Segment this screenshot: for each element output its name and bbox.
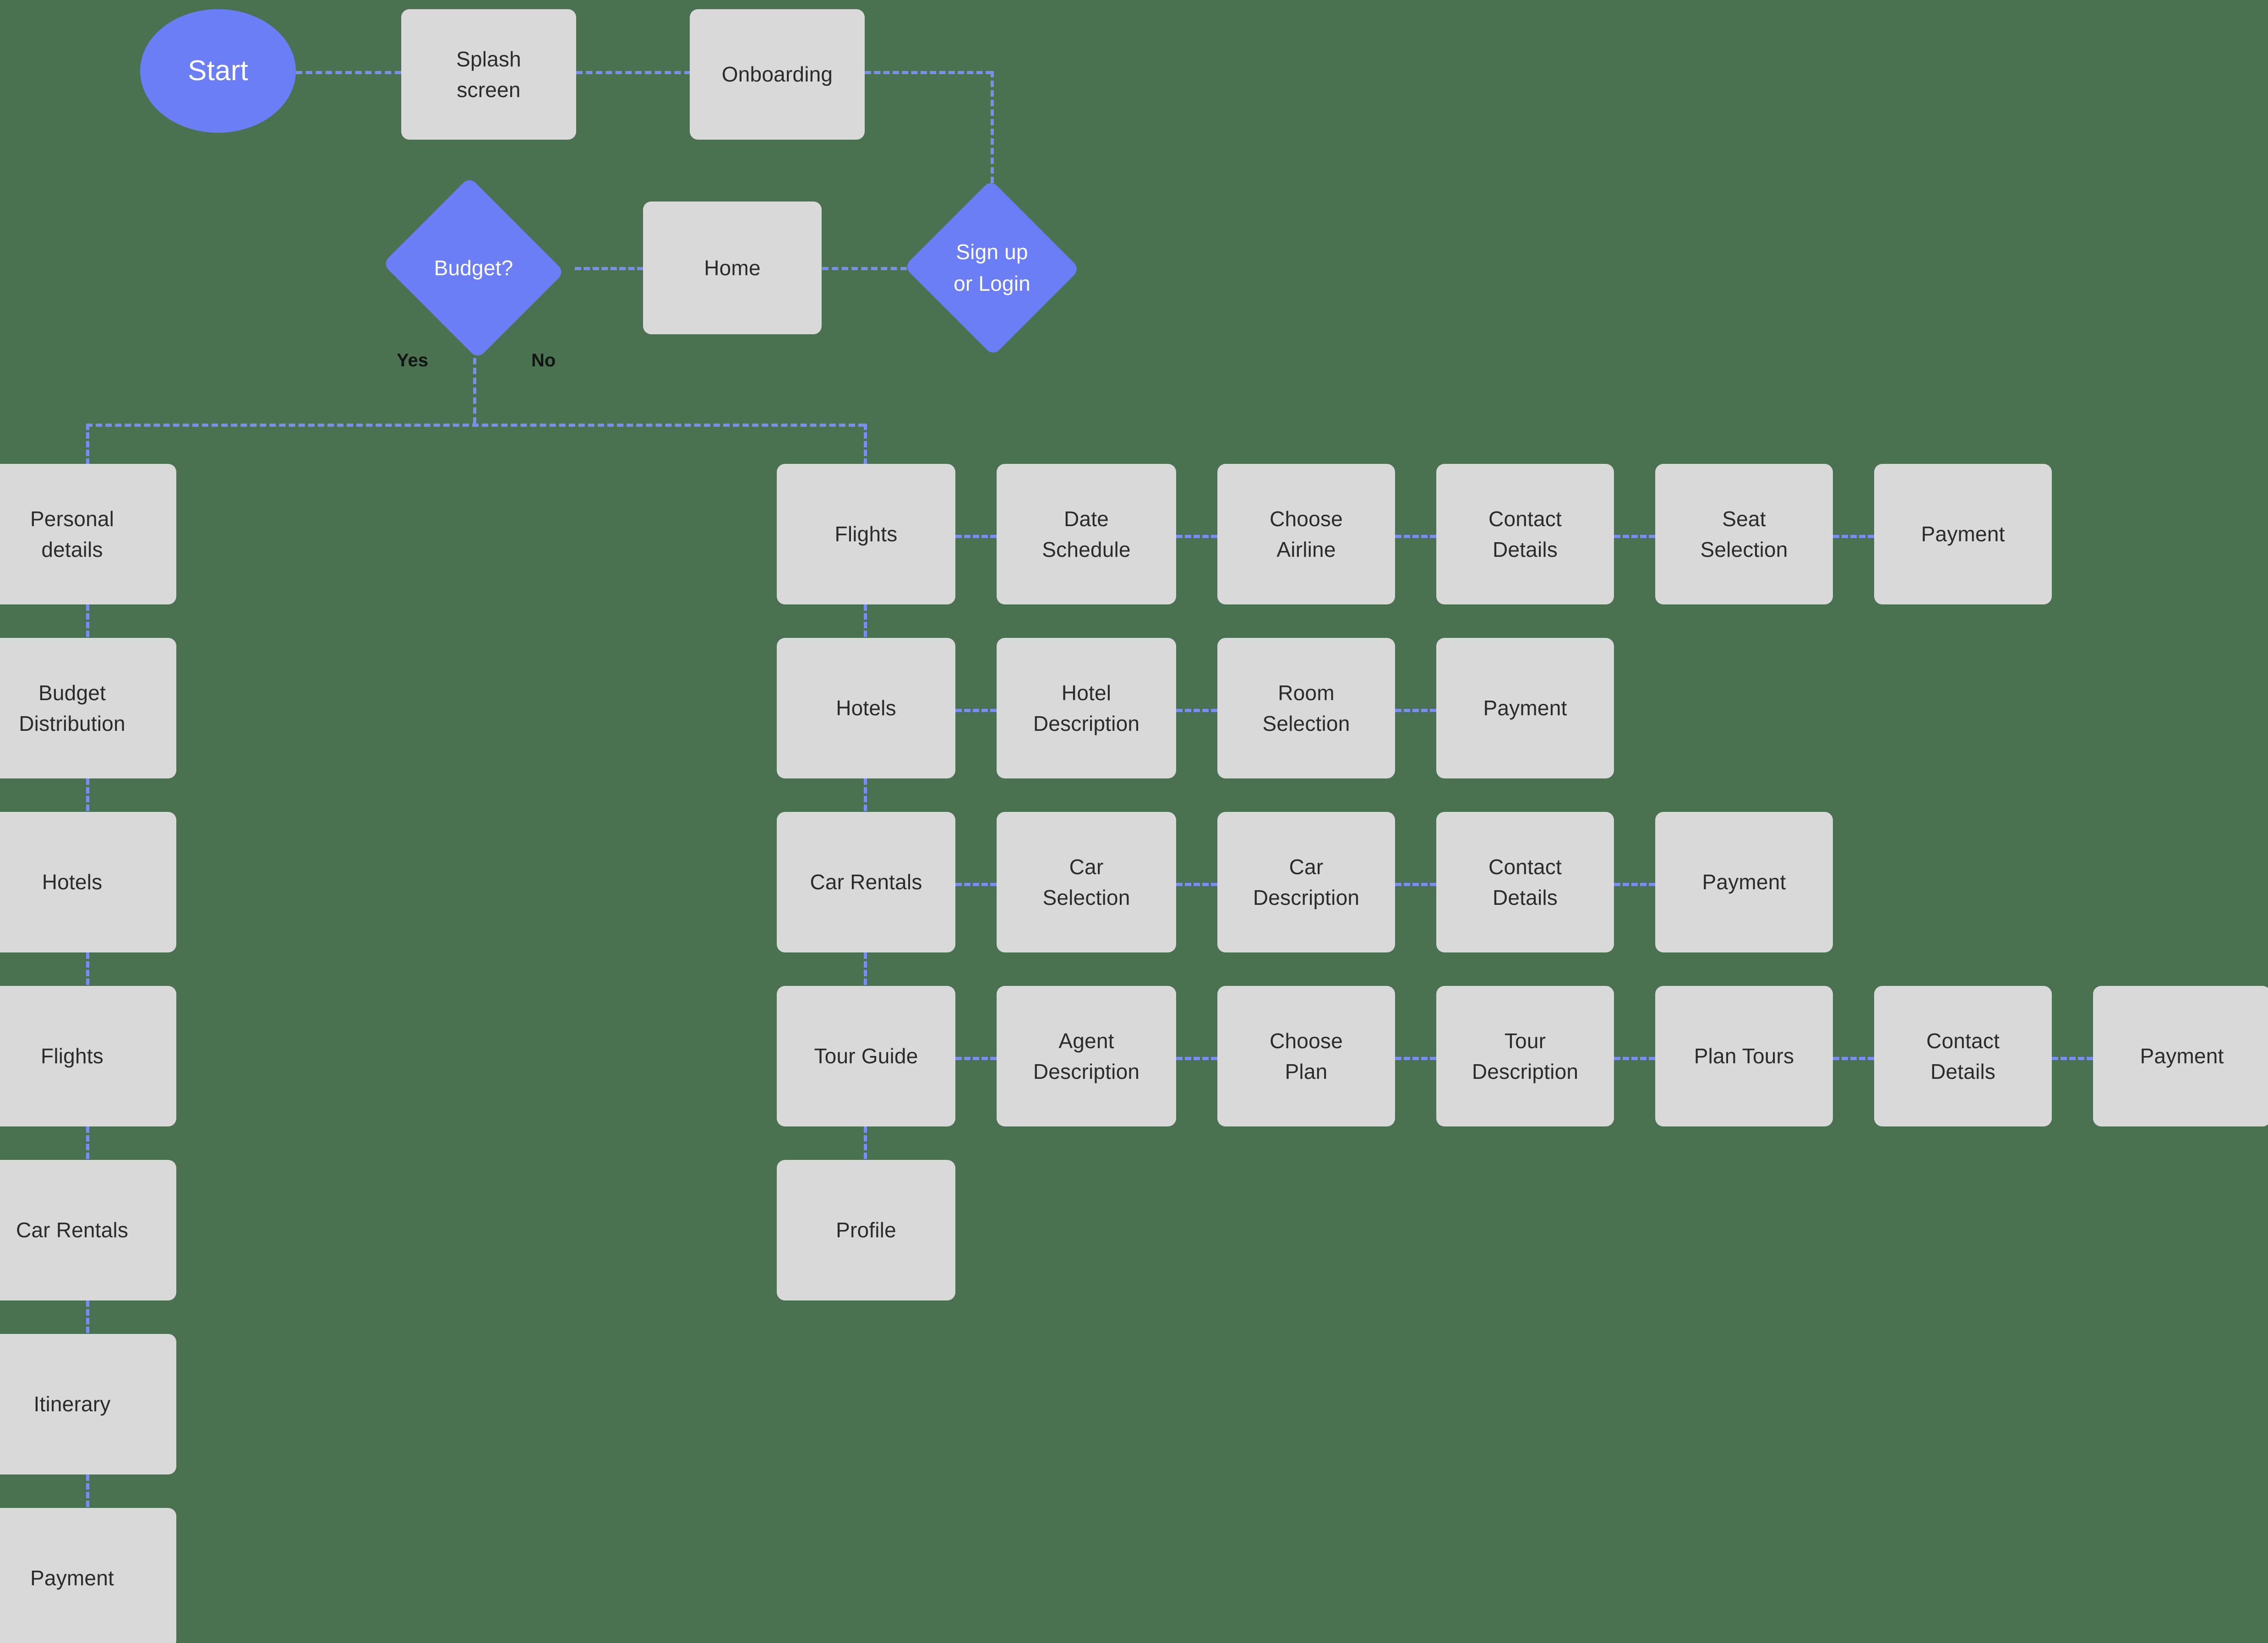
edge-bus-to-personal-details [86, 424, 89, 465]
edge-car-description-to-car-contact-details [1395, 883, 1436, 886]
node-left-flights[interactable]: Flights [0, 986, 176, 1126]
edge-start-to-splash [296, 71, 401, 74]
node-budget[interactable]: Budget? [378, 177, 569, 359]
edge-budget-down [473, 348, 476, 424]
node-left-payment[interactable]: Payment [0, 1508, 176, 1643]
node-tour-payment[interactable]: Payment [2093, 986, 2268, 1126]
edge-onboarding-to-signup-v [991, 71, 994, 183]
edge-branch-bus [86, 424, 865, 427]
branch-label-no: No [531, 350, 556, 370]
node-plan-tours[interactable]: Plan Tours [1655, 986, 1833, 1126]
edge-splash-to-onboarding [576, 71, 691, 74]
edge-tour-guide-to-agent-description [955, 1057, 997, 1060]
node-splash-screen[interactable]: Splash screen [401, 9, 576, 140]
node-flights-contact-details[interactable]: Contact Details [1436, 464, 1614, 604]
node-itinerary[interactable]: Itinerary [0, 1334, 176, 1474]
node-flights-payment[interactable]: Payment [1874, 464, 2052, 604]
edge-plan-tours-to-tour-contact-details [1833, 1057, 1874, 1060]
edge-seat-selection-to-flights-payment [1833, 535, 1874, 538]
node-signup-or-login-label: Sign up or Login [954, 240, 1030, 295]
edge-contact-details-to-seat-selection [1614, 535, 1655, 538]
edge-date-schedule-to-choose-airline [1176, 535, 1217, 538]
edge-choose-airline-to-contact-details [1395, 535, 1436, 538]
node-hotels[interactable]: Hotels [777, 638, 955, 778]
node-date-schedule[interactable]: Date Schedule [997, 464, 1176, 604]
node-left-car-rentals[interactable]: Car Rentals [0, 1160, 176, 1300]
node-onboarding[interactable]: Onboarding [690, 9, 865, 140]
node-budget-label: Budget? [434, 256, 513, 280]
node-start[interactable]: Start [140, 9, 296, 133]
node-car-description[interactable]: Car Description [1217, 812, 1395, 952]
node-left-hotels[interactable]: Hotels [0, 812, 176, 952]
edge-hotels-to-hotel-description [955, 709, 997, 712]
edge-tour-contact-details-to-tour-payment [2052, 1057, 2093, 1060]
node-car-contact-details[interactable]: Contact Details [1436, 812, 1614, 952]
node-budget-distribution[interactable]: Budget Distribution [0, 638, 176, 778]
node-hotel-description[interactable]: Hotel Description [997, 638, 1176, 778]
edge-room-selection-to-hotels-payment [1395, 709, 1436, 712]
flowchart-canvas: Yes No Start Splash screen Onboarding Si… [0, 0, 2268, 1643]
edge-hotel-description-to-room-selection [1176, 709, 1217, 712]
node-flights[interactable]: Flights [777, 464, 955, 604]
edge-onboarding-to-signup-h [865, 71, 992, 74]
edge-flights-to-date-schedule [955, 535, 997, 538]
edge-bus-to-flights [864, 424, 867, 465]
edge-signup-to-home [822, 267, 907, 270]
node-car-payment[interactable]: Payment [1655, 812, 1833, 952]
node-car-rentals[interactable]: Car Rentals [777, 812, 955, 952]
edge-car-selection-to-car-description [1176, 883, 1217, 886]
edge-agent-description-to-choose-plan [1176, 1057, 1217, 1060]
node-choose-airline[interactable]: Choose Airline [1217, 464, 1395, 604]
node-profile[interactable]: Profile [777, 1160, 955, 1300]
edge-choose-plan-to-tour-description [1395, 1057, 1436, 1060]
node-room-selection[interactable]: Room Selection [1217, 638, 1395, 778]
node-tour-contact-details[interactable]: Contact Details [1874, 986, 2052, 1126]
node-personal-details[interactable]: Personal details [0, 464, 176, 604]
node-home[interactable]: Home [643, 201, 822, 334]
edge-car-rentals-to-car-selection [955, 883, 997, 886]
node-tour-description[interactable]: Tour Description [1436, 986, 1614, 1126]
edge-tour-description-to-plan-tours [1614, 1057, 1655, 1060]
edge-car-contact-details-to-car-payment [1614, 883, 1655, 886]
node-car-selection[interactable]: Car Selection [997, 812, 1176, 952]
branch-label-yes: Yes [397, 350, 428, 370]
node-hotels-payment[interactable]: Payment [1436, 638, 1614, 778]
node-agent-description[interactable]: Agent Description [997, 986, 1176, 1126]
node-tour-guide[interactable]: Tour Guide [777, 986, 955, 1126]
node-seat-selection[interactable]: Seat Selection [1655, 464, 1833, 604]
node-signup-or-login[interactable]: Sign up or Login [903, 180, 1081, 356]
node-choose-plan[interactable]: Choose Plan [1217, 986, 1395, 1126]
edge-home-to-budget [575, 267, 643, 270]
